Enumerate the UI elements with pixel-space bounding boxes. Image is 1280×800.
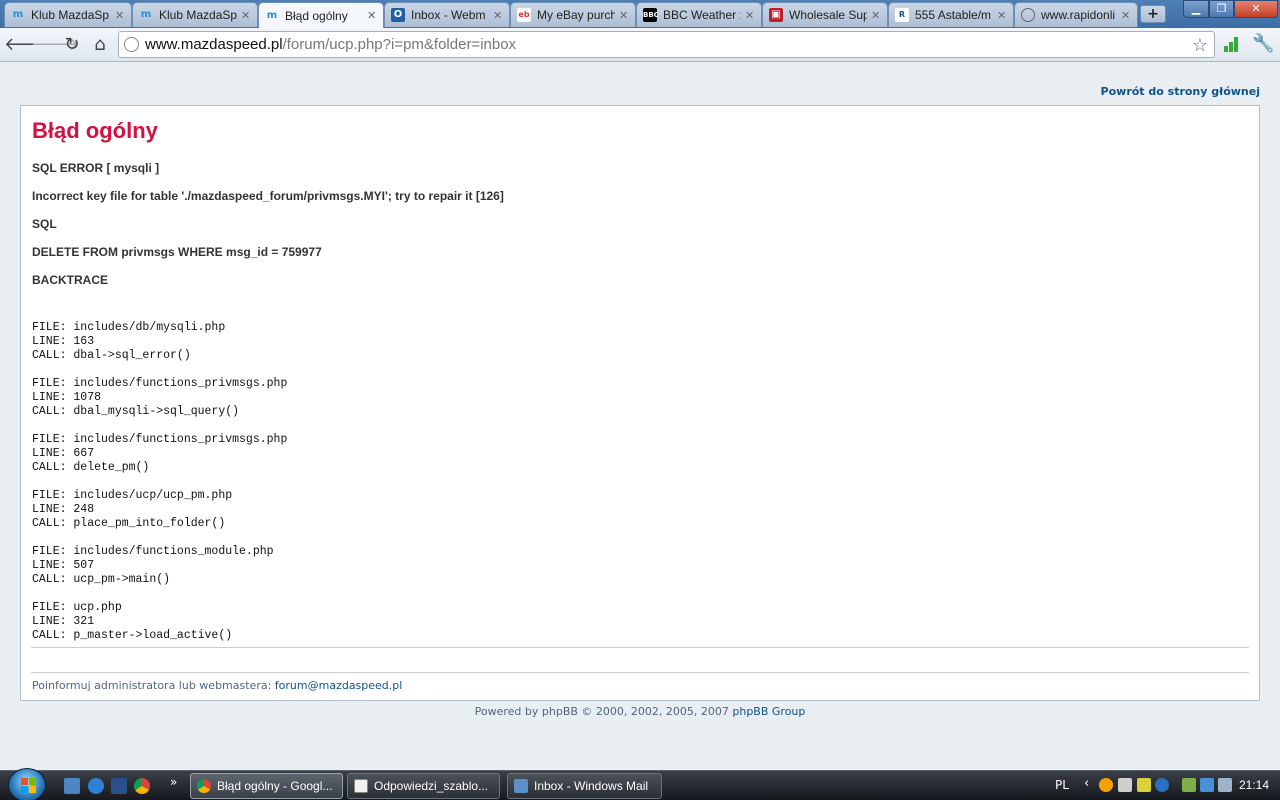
bbc-icon: BBC	[643, 8, 659, 22]
mail-icon	[514, 779, 528, 793]
backtrace-frame: FILE: ucp.php LINE: 321 CALL: p_master->…	[32, 601, 233, 642]
close-icon[interactable]: ✕	[871, 9, 881, 22]
close-icon[interactable]: ✕	[493, 9, 503, 22]
windows-taskbar: » Błąd ogólny - Googl... Odpowiedzi_szab…	[0, 768, 1280, 800]
site-icon: R	[895, 8, 909, 22]
bluetooth-icon[interactable]	[1155, 778, 1169, 792]
home-button[interactable]: ⌂	[88, 33, 112, 57]
start-button[interactable]	[8, 768, 46, 800]
divider	[31, 672, 1249, 673]
quicklaunch-chevron-icon[interactable]: »	[170, 775, 177, 789]
backtrace-frame: FILE: includes/ucp/ucp_pm.php LINE: 248 …	[32, 489, 233, 530]
page-info-icon[interactable]	[124, 37, 139, 52]
network-icon[interactable]	[1200, 778, 1214, 792]
save-icon[interactable]	[111, 778, 127, 794]
error-message: Incorrect key file for table './mazdaspe…	[32, 189, 504, 203]
language-indicator[interactable]: PL	[1055, 778, 1069, 792]
powered-by-footer: Powered by phpBB © 2000, 2002, 2005, 200…	[474, 705, 806, 718]
taskbar-windows-mail[interactable]: Inbox - Windows Mail	[507, 773, 662, 799]
tab-klub-mazdaspeed-2[interactable]: m Klub MazdaSp ✕	[132, 2, 258, 27]
backtrace-heading: BACKTRACE	[32, 273, 108, 287]
forward-button[interactable]: 🡒	[31, 33, 79, 57]
browser-tab-strip: m Klub MazdaSp ✕ m Klub MazdaSp ✕ m Błąd…	[0, 0, 1280, 28]
close-icon[interactable]: ✕	[745, 9, 755, 22]
back-button[interactable]: 🡐	[4, 33, 52, 57]
backtrace-frame: FILE: includes/db/mysqli.php LINE: 163 C…	[32, 321, 226, 362]
admin-email-link[interactable]: forum@mazdaspeed.pl	[275, 679, 403, 692]
divider	[31, 647, 1249, 648]
browser-toolbar: 🡐 🡒 ↻ ⌂ www.mazdaspeed.pl/forum/ucp.php?…	[0, 28, 1280, 62]
tab-inbox-webmail[interactable]: O Inbox - Webm ✕	[384, 2, 510, 27]
close-icon[interactable]: ✕	[619, 9, 629, 22]
mazda-icon: m	[266, 9, 278, 21]
bookmark-star-icon[interactable]: ☆	[1192, 33, 1208, 57]
avast-icon[interactable]	[1099, 778, 1113, 792]
mazda-icon: m	[140, 9, 152, 20]
reload-button[interactable]: ↻	[60, 33, 84, 57]
error-type: SQL ERROR [ mysqli ]	[32, 161, 160, 175]
tab-klub-mazdaspeed-1[interactable]: m Klub MazdaSp ✕	[4, 2, 132, 27]
wrench-menu-icon[interactable]: 🔧	[1252, 33, 1274, 54]
taskbar-clock[interactable]: 21:14	[1239, 778, 1269, 792]
mazda-icon: m	[12, 9, 24, 20]
sql-heading: SQL	[32, 217, 57, 231]
url-host: www.mazdaspeed.pl	[145, 36, 283, 53]
close-icon[interactable]: ✕	[997, 9, 1007, 22]
backtrace-list: FILE: includes/db/mysqli.php LINE: 163 C…	[32, 321, 287, 657]
backtrace-frame: FILE: includes/functions_privmsgs.php LI…	[32, 377, 288, 418]
chrome-icon[interactable]	[134, 778, 150, 794]
cart-icon: ▣	[769, 8, 783, 22]
show-desktop-icon[interactable]	[64, 778, 80, 794]
page-title: Błąd ogólny	[32, 118, 158, 143]
back-to-home-link[interactable]: Powrót do strony głównej	[1101, 85, 1260, 98]
backtrace-frame: FILE: includes/functions_module.php LINE…	[32, 545, 274, 586]
tab-bbc-weather[interactable]: BBC BBC Weather : ✕	[636, 2, 762, 27]
volume-icon[interactable]	[1218, 778, 1232, 792]
globe-icon	[1021, 8, 1035, 22]
signal-bars-icon[interactable]	[1224, 36, 1240, 52]
taskbar-chrome-window[interactable]: Błąd ogólny - Googl...	[190, 773, 343, 799]
close-icon[interactable]: ✕	[241, 9, 251, 22]
internet-explorer-icon[interactable]	[88, 778, 104, 794]
ebay-icon: eb	[517, 8, 531, 22]
document-icon	[354, 779, 368, 793]
sql-query: DELETE FROM privmsgs WHERE msg_id = 7599…	[32, 245, 322, 259]
tab-rapidonline[interactable]: www.rapidonli ✕	[1014, 2, 1138, 27]
tab-my-ebay[interactable]: eb My eBay purch ✕	[510, 2, 636, 27]
close-icon[interactable]: ✕	[1121, 9, 1131, 22]
backtrace-frame: FILE: includes/functions_privmsgs.php LI…	[32, 433, 288, 474]
tab-wholesale-supplies[interactable]: ▣ Wholesale Sup ✕	[762, 2, 888, 27]
close-icon[interactable]: ✕	[367, 9, 377, 22]
tray-app-icon[interactable]	[1137, 778, 1151, 792]
taskbar-document-window[interactable]: Odpowiedzi_szablo...	[347, 773, 500, 799]
tray-expand-icon[interactable]: ‹	[1084, 776, 1089, 791]
battery-icon[interactable]	[1182, 778, 1196, 792]
address-bar[interactable]: www.mazdaspeed.pl/forum/ucp.php?i=pm&fol…	[118, 31, 1215, 58]
close-icon[interactable]: ✕	[115, 9, 125, 22]
maximize-button[interactable]: ❐	[1209, 0, 1234, 18]
outlook-icon: O	[391, 8, 405, 22]
printer-icon[interactable]	[1118, 778, 1132, 792]
url-path: /forum/ucp.php?i=pm&folder=inbox	[282, 36, 517, 53]
notify-admin-text: Poinformuj administratora lub webmastera…	[32, 679, 403, 692]
chrome-icon	[197, 779, 211, 793]
tab-blad-ogolny[interactable]: m Błąd ogólny ✕	[258, 2, 384, 28]
minimize-button[interactable]: ▁	[1183, 0, 1209, 18]
error-panel: Błąd ogólny SQL ERROR [ mysqli ] Incorre…	[20, 105, 1260, 701]
phpbb-group-link[interactable]: phpBB Group	[732, 705, 805, 718]
tab-555-astable[interactable]: R 555 Astable/m ✕	[888, 2, 1014, 27]
new-tab-button[interactable]: +	[1140, 5, 1166, 23]
close-window-button[interactable]: ✕	[1234, 0, 1278, 18]
